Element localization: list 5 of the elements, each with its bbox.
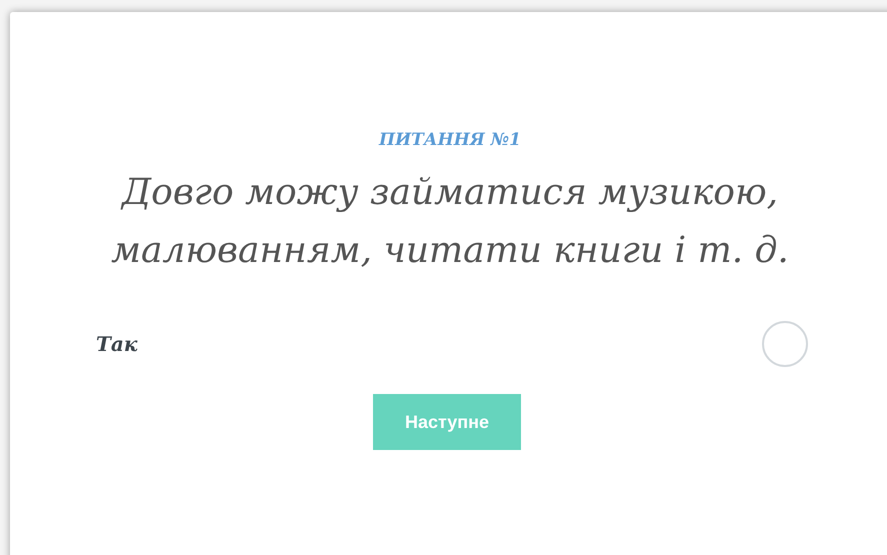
question-text: Довго можу займатися музикою, малюванням, читати книги і т. д. (110, 171, 790, 273)
question-number: ПИТАННЯ №1 (379, 129, 521, 152)
answer-option[interactable]: Так (10, 318, 887, 370)
radio-button[interactable] (762, 321, 808, 367)
option-label: Так (96, 331, 138, 358)
